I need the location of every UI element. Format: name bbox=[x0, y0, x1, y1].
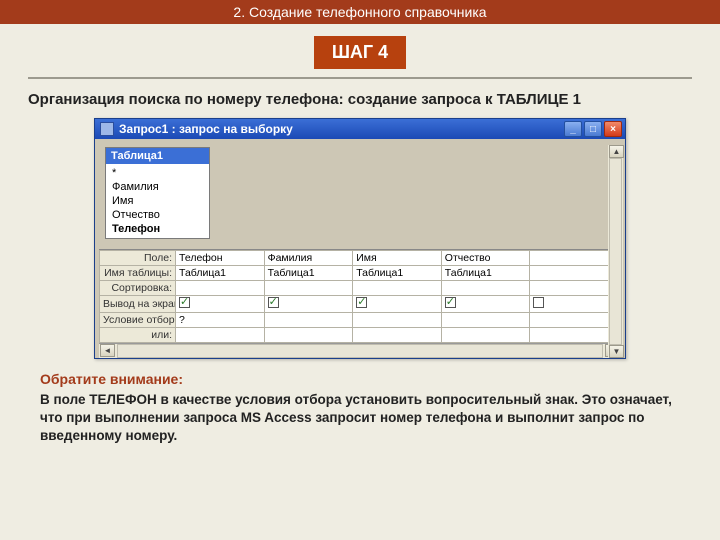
vertical-scrollbar[interactable]: ▲ ▼ bbox=[608, 145, 623, 358]
grid-cell[interactable]: Имя bbox=[353, 251, 442, 266]
show-checkbox[interactable] bbox=[445, 297, 456, 308]
section-banner: 2. Создание телефонного справочника bbox=[0, 0, 720, 24]
grid-cell[interactable] bbox=[441, 281, 530, 296]
grid-cell[interactable] bbox=[264, 328, 353, 343]
grid-cell[interactable] bbox=[176, 281, 265, 296]
access-window: Запрос1 : запрос на выборку _ □ × Таблиц… bbox=[94, 118, 626, 359]
grid-cell[interactable] bbox=[353, 281, 442, 296]
field-item[interactable]: Отчество bbox=[106, 208, 209, 222]
scroll-track[interactable] bbox=[117, 344, 603, 358]
row-label-sort: Сортировка: bbox=[100, 281, 176, 296]
row-label-show: Вывод на экран: bbox=[100, 296, 176, 313]
grid-cell[interactable]: ? bbox=[176, 313, 265, 328]
row-label-field: Поле: bbox=[100, 251, 176, 266]
grid-cell[interactable]: Таблица1 bbox=[441, 266, 530, 281]
grid-cell[interactable] bbox=[441, 296, 530, 313]
show-checkbox[interactable] bbox=[533, 297, 544, 308]
grid-cell[interactable]: Отчество bbox=[441, 251, 530, 266]
grid-cell[interactable] bbox=[530, 266, 619, 281]
show-checkbox[interactable] bbox=[356, 297, 367, 308]
grid-cell[interactable] bbox=[353, 313, 442, 328]
source-table-header: Таблица1 bbox=[106, 148, 209, 164]
grid-cell[interactable] bbox=[441, 328, 530, 343]
row-label-table: Имя таблицы: bbox=[100, 266, 176, 281]
grid-cell[interactable] bbox=[353, 328, 442, 343]
grid-cell[interactable] bbox=[176, 328, 265, 343]
field-item[interactable]: Фамилия bbox=[106, 180, 209, 194]
minimize-button[interactable]: _ bbox=[564, 121, 582, 137]
scroll-left-icon[interactable]: ◄ bbox=[100, 344, 115, 357]
grid-cell[interactable] bbox=[176, 296, 265, 313]
show-checkbox[interactable] bbox=[268, 297, 279, 308]
grid-cell[interactable] bbox=[530, 313, 619, 328]
grid-cell[interactable] bbox=[264, 313, 353, 328]
window-titlebar[interactable]: Запрос1 : запрос на выборку _ □ × bbox=[95, 119, 625, 139]
grid-cell[interactable]: Фамилия bbox=[264, 251, 353, 266]
scroll-up-icon[interactable]: ▲ bbox=[609, 145, 624, 158]
scroll-track[interactable] bbox=[609, 158, 622, 345]
body-text: В поле ТЕЛЕФОН в качестве условия отбора… bbox=[40, 391, 680, 446]
grid-cell[interactable]: Таблица1 bbox=[176, 266, 265, 281]
grid-cell[interactable] bbox=[353, 296, 442, 313]
grid-cell[interactable] bbox=[264, 296, 353, 313]
grid-cell[interactable] bbox=[530, 281, 619, 296]
source-table-box[interactable]: Таблица1 * Фамилия Имя Отчество Телефон bbox=[105, 147, 210, 239]
field-item[interactable]: Телефон bbox=[106, 222, 209, 236]
window-title: Запрос1 : запрос на выборку bbox=[119, 122, 564, 136]
grid-cell[interactable] bbox=[530, 328, 619, 343]
row-label-criteria: Условие отбора: bbox=[100, 313, 176, 328]
horizontal-scrollbar[interactable]: ◄ ► bbox=[99, 343, 621, 358]
page-subtitle: Организация поиска по номеру телефона: с… bbox=[28, 91, 692, 108]
grid-cell[interactable] bbox=[530, 251, 619, 266]
query-design-grid: Поле: Телефон Фамилия Имя Отчество Имя т… bbox=[99, 249, 621, 358]
maximize-button[interactable]: □ bbox=[584, 121, 602, 137]
field-item[interactable]: * bbox=[106, 166, 209, 180]
scroll-down-icon[interactable]: ▼ bbox=[609, 345, 624, 358]
show-checkbox[interactable] bbox=[179, 297, 190, 308]
row-label-or: или: bbox=[100, 328, 176, 343]
step-badge: ШАГ 4 bbox=[314, 36, 406, 69]
close-button[interactable]: × bbox=[604, 121, 622, 137]
grid-cell[interactable] bbox=[264, 281, 353, 296]
grid-cell[interactable]: Таблица1 bbox=[353, 266, 442, 281]
divider bbox=[28, 77, 692, 79]
query-icon bbox=[100, 122, 114, 136]
grid-cell[interactable]: Телефон bbox=[176, 251, 265, 266]
grid-cell[interactable] bbox=[530, 296, 619, 313]
grid-cell[interactable] bbox=[441, 313, 530, 328]
field-item[interactable]: Имя bbox=[106, 194, 209, 208]
hint-label: Обратите внимание: bbox=[40, 371, 680, 387]
grid-cell[interactable]: Таблица1 bbox=[264, 266, 353, 281]
